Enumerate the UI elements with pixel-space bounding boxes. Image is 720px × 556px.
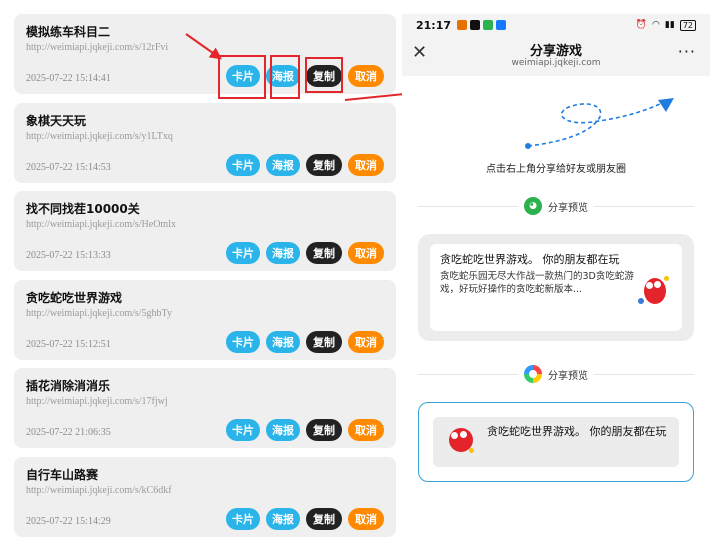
- share-hint: 点击右上角分享给好友或朋友圈: [486, 164, 626, 175]
- screenshot-root: 模拟练车科目二 http://weimiapi.jqkeji.com/s/12r…: [0, 0, 720, 556]
- item-actions: 卡片 海报 复制 取消: [226, 419, 384, 441]
- app-notification-icon: [496, 20, 507, 30]
- item-url[interactable]: http://weimiapi.jqkeji.com/s/kC6dkf: [26, 484, 384, 498]
- page-subtitle: weimiapi.jqkeji.com: [511, 58, 601, 68]
- card-button[interactable]: 卡片: [226, 419, 260, 441]
- preview-description: 贪吃蛇乐园无尽大作战一款热门的3D贪吃蛇游戏，好玩好操作的贪吃蛇新版本...: [440, 271, 634, 295]
- preview-title: 贪吃蛇吃世界游戏。 你的朋友都在玩: [487, 425, 667, 438]
- snake-thumbnail-icon: [443, 424, 479, 460]
- preview-title: 贪吃蛇吃世界游戏。 你的朋友都在玩: [440, 253, 620, 266]
- phone-screen: 21:17 ⏰ ◠ ▮▮ 72 ✕ 分享游戏 weimiapi.jqkeji.c…: [402, 14, 710, 554]
- cancel-button[interactable]: 取消: [348, 419, 384, 441]
- item-title: 插花消除消消乐: [26, 379, 111, 393]
- share-list: 模拟练车科目二 http://weimiapi.jqkeji.com/s/12r…: [14, 14, 398, 545]
- cancel-button[interactable]: 取消: [348, 153, 384, 176]
- card-button[interactable]: 卡片: [226, 153, 260, 176]
- copy-button[interactable]: 复制: [306, 242, 342, 264]
- card-button[interactable]: 卡片: [226, 242, 260, 264]
- list-item: 模拟练车科目二 http://weimiapi.jqkeji.com/s/12r…: [14, 14, 396, 94]
- card-button[interactable]: 卡片: [226, 330, 260, 353]
- wechat-share-preview: 贪吃蛇吃世界游戏。 你的朋友都在玩 贪吃蛇乐园无尽大作战一款热门的3D贪吃蛇游戏…: [418, 234, 694, 341]
- item-time: 2025-07-22 15:13:33: [26, 250, 111, 261]
- battery-icon: 72: [679, 19, 696, 31]
- cancel-button[interactable]: 取消: [348, 242, 384, 264]
- wifi-icon: ◠: [652, 20, 660, 30]
- poster-button[interactable]: 海报: [266, 330, 300, 353]
- wechat-preview-label-row: ◕ 分享预览: [402, 197, 710, 215]
- copy-button[interactable]: 复制: [306, 507, 342, 530]
- card-button[interactable]: 卡片: [226, 507, 260, 530]
- app-notification-icon: [457, 20, 468, 30]
- item-time: 2025-07-22 15:14:29: [26, 515, 111, 527]
- status-bar: 21:17 ⏰ ◠ ▮▮ 72: [402, 14, 710, 36]
- moments-share-card[interactable]: 贪吃蛇吃世界游戏。 你的朋友都在玩: [433, 417, 679, 467]
- item-time: 2025-07-22 15:14:41: [26, 73, 111, 84]
- item-actions: 卡片 海报 复制 取消: [226, 507, 384, 530]
- signal-icon: ▮▮: [664, 20, 675, 30]
- list-item: 找不同找茬10000关 http://weimiapi.jqkeji.com/s…: [14, 191, 396, 271]
- item-time: 2025-07-22 15:12:51: [26, 338, 111, 350]
- cancel-button[interactable]: 取消: [348, 65, 384, 87]
- item-url[interactable]: http://weimiapi.jqkeji.com/s/17fjwj: [26, 395, 384, 409]
- notification-icons: [457, 20, 507, 30]
- page-title: 分享游戏: [529, 44, 582, 59]
- item-url[interactable]: http://weimiapi.jqkeji.com/s/y1LTxq: [26, 130, 384, 144]
- wechat-share-card[interactable]: 贪吃蛇吃世界游戏。 你的朋友都在玩 贪吃蛇乐园无尽大作战一款热门的3D贪吃蛇游戏…: [430, 244, 682, 331]
- status-right: ⏰ ◠ ▮▮ 72: [635, 19, 696, 31]
- item-actions: 卡片 海报 复制 取消: [226, 153, 384, 176]
- list-item: 自行车山路赛 http://weimiapi.jqkeji.com/s/kC6d…: [14, 456, 396, 537]
- moments-preview-label: 分享预览: [548, 370, 588, 382]
- item-url[interactable]: http://weimiapi.jqkeji.com/s/5ghbTy: [26, 307, 384, 321]
- status-time: 21:17: [416, 18, 452, 32]
- poster-button[interactable]: 海报: [266, 65, 300, 87]
- list-item: 插花消除消消乐 http://weimiapi.jqkeji.com/s/17f…: [14, 368, 396, 448]
- item-actions: 卡片 海报 复制 取消: [226, 242, 384, 264]
- alarm-icon: ⏰: [635, 20, 648, 30]
- item-url[interactable]: http://weimiapi.jqkeji.com/s/12rFvi: [26, 41, 384, 55]
- nav-bar: ✕ 分享游戏 weimiapi.jqkeji.com ···: [402, 36, 710, 76]
- snake-thumbnail-icon: [636, 274, 672, 310]
- copy-button[interactable]: 复制: [306, 153, 342, 176]
- item-title: 自行车山路赛: [26, 467, 99, 482]
- cancel-button[interactable]: 取消: [348, 507, 384, 530]
- item-title: 象棋天天玩: [26, 113, 87, 128]
- moments-preview-label-row: 分享预览: [402, 365, 710, 383]
- wechat-preview-label: 分享预览: [548, 202, 588, 214]
- more-icon[interactable]: ···: [678, 42, 696, 61]
- item-title: 找不同找茬10000关: [26, 202, 140, 216]
- moments-share-preview: 贪吃蛇吃世界游戏。 你的朋友都在玩: [418, 402, 694, 482]
- card-button[interactable]: 卡片: [226, 65, 260, 87]
- app-notification-icon: [470, 20, 481, 30]
- item-time: 2025-07-22 21:06:35: [26, 427, 111, 438]
- app-notification-icon: [483, 20, 494, 30]
- share-guide-illustration: [525, 98, 674, 149]
- copy-button[interactable]: 复制: [306, 65, 342, 87]
- item-time: 2025-07-22 15:14:53: [26, 161, 111, 173]
- list-item: 贪吃蛇吃世界游戏 http://weimiapi.jqkeji.com/s/5g…: [14, 279, 396, 360]
- copy-button[interactable]: 复制: [306, 419, 342, 441]
- item-title: 贪吃蛇吃世界游戏: [26, 290, 123, 305]
- poster-button[interactable]: 海报: [266, 419, 300, 441]
- list-item: 象棋天天玩 http://weimiapi.jqkeji.com/s/y1LTx…: [14, 102, 396, 183]
- copy-button[interactable]: 复制: [306, 330, 342, 353]
- moments-icon: [524, 365, 542, 383]
- item-actions: 卡片 海报 复制 取消: [226, 65, 384, 87]
- poster-button[interactable]: 海报: [266, 507, 300, 530]
- cancel-button[interactable]: 取消: [348, 330, 384, 353]
- item-url[interactable]: http://weimiapi.jqkeji.com/s/HeOmlx: [26, 218, 384, 232]
- item-actions: 卡片 海报 复制 取消: [226, 330, 384, 353]
- poster-button[interactable]: 海报: [266, 242, 300, 264]
- wechat-icon: ◕: [524, 197, 542, 215]
- item-title: 模拟练车科目二: [26, 25, 111, 39]
- poster-button[interactable]: 海报: [266, 153, 300, 176]
